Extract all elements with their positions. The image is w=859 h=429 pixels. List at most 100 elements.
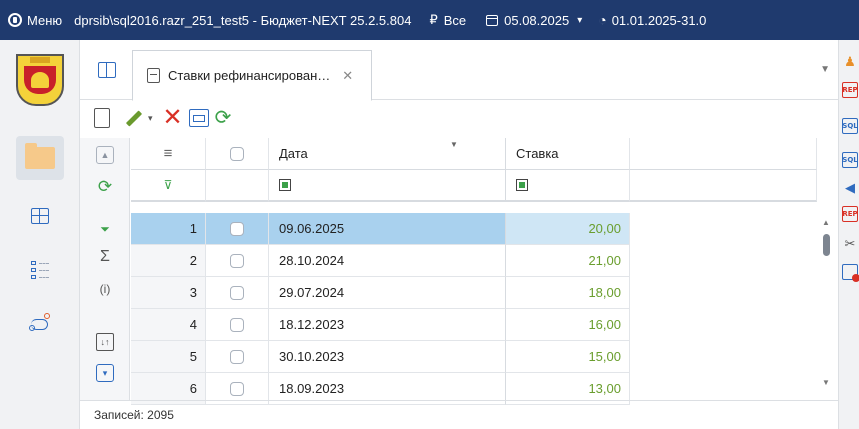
edit-dropdown-icon[interactable]: ▾ <box>148 113 153 124</box>
cell-rate[interactable]: 15,00 <box>506 341 630 373</box>
sidebar-item-folders[interactable] <box>16 136 64 180</box>
cell-rate[interactable]: 16,00 <box>506 309 630 341</box>
cell-date[interactable]: 09.06.2025 <box>269 213 506 245</box>
menu-label: Меню <box>27 12 63 28</box>
row-checkbox[interactable] <box>206 213 269 245</box>
table-row[interactable]: 4 18.12.2023 16,00 <box>131 309 817 341</box>
table-row[interactable]: 1 09.06.2025 20,00 <box>131 213 817 245</box>
table-row[interactable]: 5 30.10.2023 15,00 <box>131 341 817 373</box>
sql-query-icon[interactable]: SQL <box>842 118 858 134</box>
row-checkbox[interactable] <box>206 341 269 373</box>
currency-icon[interactable]: ₽ <box>429 12 437 28</box>
scrollbar-thumb[interactable] <box>823 234 830 256</box>
grid-toolbar: ▾ ✕ ⟳ <box>80 100 838 136</box>
close-window-icon[interactable] <box>842 264 859 282</box>
scissors-icon[interactable]: ✂ <box>842 236 858 252</box>
cell-rate[interactable]: 21,00 <box>506 245 630 277</box>
grid-filter-row: ⊽ <box>131 170 817 202</box>
period-clock-icon[interactable]: ◔ <box>598 12 606 28</box>
totals-icon[interactable]: Σ <box>96 248 114 266</box>
column-rate-label: Ставка <box>516 146 559 161</box>
filter-empty-cell <box>630 170 817 202</box>
delete-record-button[interactable]: ✕ <box>163 106 183 130</box>
filter-check-cell <box>206 170 269 202</box>
tab-close-icon[interactable]: ✕ <box>342 68 353 84</box>
table-row[interactable]: 2 28.10.2024 21,00 <box>131 245 817 277</box>
status-bar: Записей: 2095 <box>80 400 838 429</box>
filter-mode-icon[interactable] <box>279 179 291 191</box>
left-sidebar <box>0 40 80 429</box>
panels-toggle-icon[interactable] <box>98 62 116 78</box>
column-menu-icon[interactable]: ≡ <box>131 138 206 170</box>
scope-selector[interactable]: Все <box>444 13 466 28</box>
info-icon[interactable]: (i) <box>96 280 114 298</box>
subtotals-icon[interactable]: ▾ <box>96 364 114 382</box>
sort-desc-icon: ▼ <box>450 140 458 149</box>
column-header-empty <box>630 138 817 170</box>
row-number: 2 <box>131 245 206 277</box>
record-count: Записей: 2095 <box>94 408 174 422</box>
grid-header-row: ≡ Дата Ставка <box>131 138 817 170</box>
column-date-label: Дата <box>279 146 308 161</box>
column-header-date[interactable]: Дата <box>269 138 506 170</box>
grid-scrollbar[interactable]: ▲ ▼ <box>817 213 838 400</box>
row-number: 3 <box>131 277 206 309</box>
cell-date[interactable]: 30.10.2023 <box>269 341 506 373</box>
menu-button[interactable]: Меню <box>8 13 62 28</box>
route-icon <box>29 313 51 333</box>
report-designer-icon[interactable]: REP <box>842 206 858 222</box>
row-number: 5 <box>131 341 206 373</box>
row-checkbox[interactable] <box>206 309 269 341</box>
scroll-up-icon[interactable]: ▲ <box>822 218 830 227</box>
document-icon <box>147 68 160 83</box>
cell-date[interactable]: 28.10.2024 <box>269 245 506 277</box>
calendar-icon[interactable] <box>486 14 499 26</box>
select-all-checkbox[interactable] <box>206 138 269 170</box>
sql-console-icon[interactable]: SQL <box>842 152 858 168</box>
cell-rate[interactable]: 18,00 <box>506 277 630 309</box>
folder-icon <box>25 143 55 169</box>
sort-icon[interactable]: ↓↑ <box>96 333 114 351</box>
print-button[interactable] <box>188 109 209 127</box>
date-filter-cell[interactable] <box>269 170 506 202</box>
working-period[interactable]: 01.01.2025-31.0 <box>612 13 707 28</box>
row-checkbox[interactable] <box>206 245 269 277</box>
megaphone-icon[interactable]: ◀ <box>842 180 858 196</box>
column-header-rate[interactable]: Ставка <box>506 138 630 170</box>
scroll-top-icon[interactable]: ▲ <box>96 146 114 164</box>
right-toolbar: ♟ REP SQL SQL ◀ REP ✂ <box>838 40 859 429</box>
title-bar: Меню dprsib\sql2016.razr_251_test5 - Бюд… <box>0 0 859 40</box>
row-number: 4 <box>131 309 206 341</box>
refresh-button[interactable]: ⟳ <box>215 108 232 128</box>
coat-of-arms-logo <box>16 54 64 106</box>
user-icon[interactable]: ♟ <box>842 54 858 70</box>
rate-filter-cell[interactable] <box>506 170 630 202</box>
grid-side-tools: ▲ ⟳ ⏷ Σ (i) ↓↑ ▾ <box>80 138 130 400</box>
filter-mode-icon[interactable] <box>516 179 528 191</box>
working-date[interactable]: 05.08.2025 <box>504 13 569 28</box>
row-checkbox[interactable] <box>206 277 269 309</box>
filter-icon[interactable]: ⏷ <box>96 220 114 238</box>
cell-date[interactable]: 18.12.2023 <box>269 309 506 341</box>
sidebar-item-routes[interactable] <box>16 302 64 346</box>
cell-rate[interactable]: 20,00 <box>506 213 630 245</box>
tab-refinancing-rates[interactable]: Ставки рефинансирован… ✕ <box>132 50 372 101</box>
table-row[interactable]: 3 29.07.2024 18,00 <box>131 277 817 309</box>
connection-info: dprsib\sql2016.razr_251_test5 - Бюджет-N… <box>74 12 412 28</box>
tabs-dropdown-icon[interactable]: ▼ <box>820 64 830 75</box>
sidebar-item-forms[interactable] <box>16 194 64 238</box>
scroll-down-icon[interactable]: ▼ <box>822 378 830 387</box>
reload-icon[interactable]: ⟳ <box>96 177 114 196</box>
row-number: 1 <box>131 213 206 245</box>
tab-strip: Ставки рефинансирован… ✕ ▼ <box>80 40 838 101</box>
report-icon[interactable]: REP <box>842 82 858 98</box>
sidebar-item-tree[interactable] <box>16 248 64 292</box>
new-record-button[interactable] <box>94 108 110 128</box>
date-dropdown-icon[interactable]: ▾ <box>577 15 582 26</box>
clear-filter-icon[interactable]: ⊽ <box>131 170 206 202</box>
edit-record-button[interactable] <box>122 108 142 128</box>
cell-date[interactable]: 29.07.2024 <box>269 277 506 309</box>
tab-title: Ставки рефинансирован… <box>168 68 331 83</box>
menu-icon <box>8 13 22 27</box>
panels-icon <box>31 208 49 224</box>
